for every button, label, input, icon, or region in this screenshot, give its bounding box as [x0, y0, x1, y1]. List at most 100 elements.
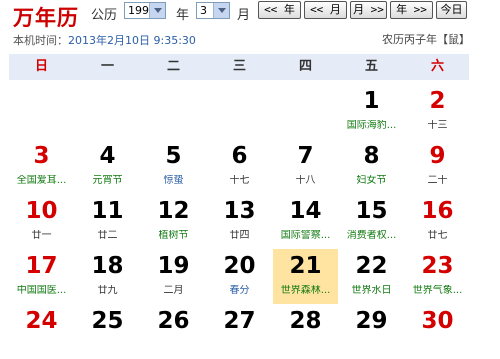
year-select[interactable]: 1996: [124, 2, 166, 19]
today-button[interactable]: 今日: [436, 1, 467, 19]
lunar-year: 农历丙子年【鼠】: [382, 33, 470, 46]
day-number: 14: [289, 198, 322, 224]
day-note: 二十: [427, 175, 448, 186]
toolbar: 万年历 公历 1996 年 3 月 << 年 << 月 月 >> 年 >> 今日…: [0, 0, 500, 48]
day-number: 6: [231, 143, 248, 169]
day-note: 廿二: [97, 230, 118, 241]
calendar-day-cell[interactable]: 8 妇女节: [339, 139, 404, 194]
calendar-day-cell[interactable]: 2 十三: [405, 84, 470, 139]
day-number: 24: [25, 308, 58, 334]
day-note: 惊蛰: [163, 175, 184, 186]
day-note: 二月: [163, 285, 184, 296]
day-number: 10: [25, 198, 58, 224]
day-note: 世界气象...: [412, 285, 463, 296]
calendar-day-cell[interactable]: 12 植树节: [141, 194, 206, 249]
day-number: 4: [99, 143, 116, 169]
day-number: 7: [297, 143, 314, 169]
day-number: 2: [429, 88, 446, 114]
calendar-day-cell[interactable]: 29: [339, 304, 404, 359]
solar-label: 公历: [91, 8, 118, 23]
day-number: 13: [223, 198, 256, 224]
calendar-day-cell[interactable]: 21 世界森林...: [273, 249, 338, 304]
calendar-day-cell[interactable]: 20 春分: [207, 249, 272, 304]
day-note: 廿四: [229, 230, 250, 241]
weekday-label: 四: [298, 59, 312, 74]
day-number: 26: [157, 308, 190, 334]
calendar-day-cell[interactable]: 18 廿九: [75, 249, 140, 304]
calendar-day-cell[interactable]: 30: [405, 304, 470, 359]
day-note: 廿七: [427, 230, 448, 241]
app-title: 万年历: [13, 5, 79, 30]
day-note: 中国国医...: [16, 285, 67, 296]
day-note: 春分: [229, 285, 250, 296]
calendar-day-cell[interactable]: 24: [9, 304, 74, 359]
day-note: 国际海豹...: [346, 120, 397, 131]
day-number: 30: [421, 308, 454, 334]
calendar-day-cell[interactable]: 7 十八: [273, 139, 338, 194]
weekday-label: 六: [430, 59, 444, 74]
calendar-day-cell[interactable]: 16 廿七: [405, 194, 470, 249]
calendar-day-cell[interactable]: 27: [207, 304, 272, 359]
local-time-value: 2013年2月10日 9:35:30: [68, 34, 196, 47]
day-number: 5: [165, 143, 182, 169]
day-number: 1: [363, 88, 380, 114]
weekday-header: 日一二三四五六: [9, 54, 469, 80]
calendar-day-cell[interactable]: 4 元宵节: [75, 139, 140, 194]
day-number: 15: [355, 198, 388, 224]
day-number: 29: [355, 308, 388, 334]
day-number: 23: [421, 253, 454, 279]
day-number: 17: [25, 253, 58, 279]
day-note: 全国爱耳...: [16, 175, 67, 186]
month-select[interactable]: 3: [196, 2, 230, 19]
calendar-day-cell[interactable]: 3 全国爱耳...: [9, 139, 74, 194]
prev-month-button[interactable]: << 月: [304, 1, 347, 19]
weekday-label: 三: [232, 59, 246, 74]
calendar-day-cell[interactable]: 9 二十: [405, 139, 470, 194]
day-number: 21: [289, 253, 322, 279]
local-time-label: 本机时间：: [13, 34, 68, 47]
weekday-label: 日: [34, 59, 48, 74]
day-number: 8: [363, 143, 380, 169]
day-note: 廿一: [31, 230, 52, 241]
calendar-day-cell[interactable]: 22 世界水日: [339, 249, 404, 304]
day-note: 植树节: [158, 230, 189, 241]
next-month-button[interactable]: 月 >>: [350, 1, 387, 19]
calendar-day-cell[interactable]: 1 国际海豹...: [339, 84, 404, 139]
calendar-day-cell[interactable]: 19 二月: [141, 249, 206, 304]
day-note: 元宵节: [92, 175, 123, 186]
calendar-day-cell[interactable]: 10 廿一: [9, 194, 74, 249]
chevron-down-icon[interactable]: [149, 3, 165, 18]
calendar-day-cell[interactable]: 23 世界气象...: [405, 249, 470, 304]
day-number: 22: [355, 253, 388, 279]
calendar-day-cell[interactable]: 14 国际警察...: [273, 194, 338, 249]
prev-year-button[interactable]: << 年: [258, 1, 301, 19]
day-note: 消费者权...: [346, 230, 397, 241]
calendar-grid: 1 国际海豹... 2 十三 3 全国爱耳... 4 元宵节 5 惊蛰 6 十七 7 十八 8 妇女节 9 二十 1…: [9, 84, 470, 334]
calendar-day-cell[interactable]: 17 中国国医...: [9, 249, 74, 304]
calendar-day-cell[interactable]: 11 廿二: [75, 194, 140, 249]
day-number: 20: [223, 253, 256, 279]
day-number: 18: [91, 253, 124, 279]
day-number: 28: [289, 308, 322, 334]
calendar-day-cell[interactable]: 28: [273, 304, 338, 359]
calendar-day-cell[interactable]: 6 十七: [207, 139, 272, 194]
day-note: 世界水日: [351, 285, 392, 296]
day-note: 妇女节: [356, 175, 387, 186]
month-select-value: 3: [200, 4, 207, 17]
calendar-day-cell[interactable]: 5 惊蛰: [141, 139, 206, 194]
day-note: 世界森林...: [280, 285, 331, 296]
day-number: 16: [421, 198, 454, 224]
year-label: 年: [176, 8, 190, 23]
month-label: 月: [237, 8, 251, 23]
calendar-day-cell[interactable]: 13 廿四: [207, 194, 272, 249]
day-note: 廿九: [97, 285, 118, 296]
chevron-down-icon[interactable]: [213, 3, 229, 18]
next-year-button[interactable]: 年 >>: [390, 1, 433, 19]
day-note: 国际警察...: [280, 230, 331, 241]
calendar-day-cell[interactable]: 15 消费者权...: [339, 194, 404, 249]
day-number: 27: [223, 308, 256, 334]
calendar-day-cell[interactable]: 25: [75, 304, 140, 359]
calendar-day-cell[interactable]: 26: [141, 304, 206, 359]
day-number: 9: [429, 143, 446, 169]
weekday-label: 五: [364, 59, 378, 74]
